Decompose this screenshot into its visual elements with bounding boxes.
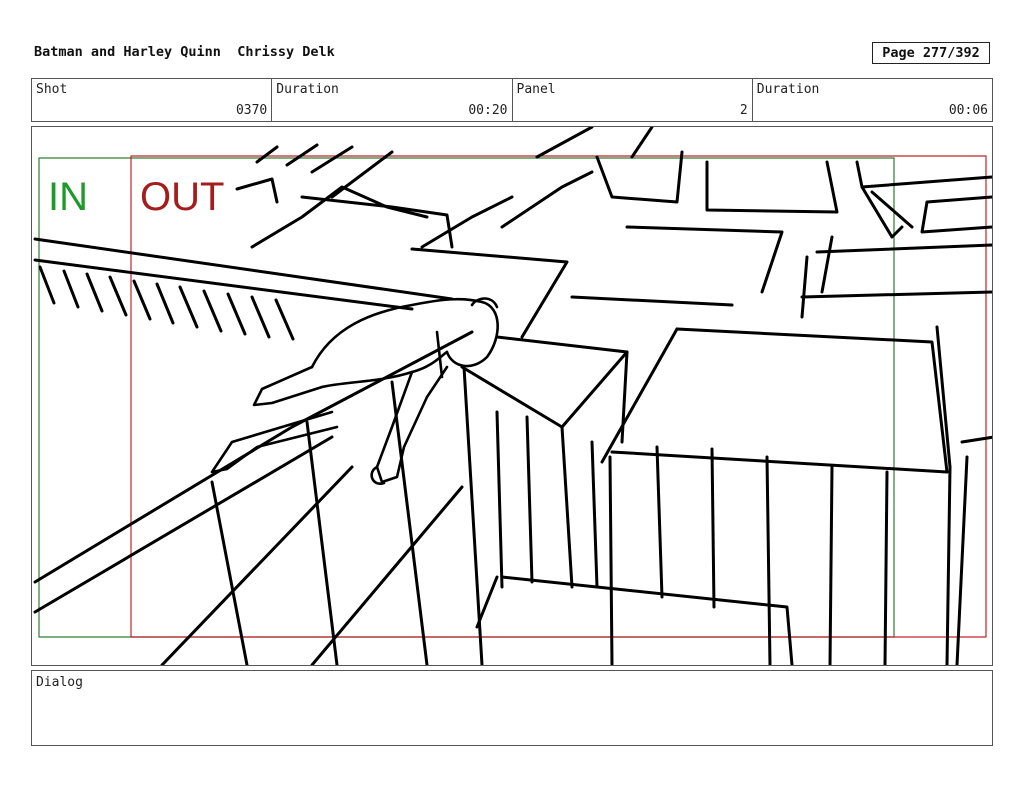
artist-name: Chrissy Delk [237,44,335,60]
panel-label: Panel [516,82,556,97]
shot-label: Shot [36,82,68,97]
dialog-box: Dialog [31,670,993,746]
shot-duration-label: Duration [276,82,339,97]
page-number: Page 277/392 [872,42,990,64]
panel-cell: Panel 2 [511,79,752,121]
dialog-label: Dialog [36,675,83,690]
figure-sketch [210,297,499,485]
panel-sketch: IN OUT [33,127,992,665]
panel-duration-cell: Duration 00:06 [751,79,992,121]
in-marker: IN [48,175,88,219]
out-marker: OUT [140,175,224,219]
storyboard-header: Batman and Harley Quinn Chrissy Delk [34,44,335,60]
shot-value: 0370 [235,103,268,118]
shot-duration-value: 00:20 [468,103,508,118]
building-sketch [410,247,794,665]
shot-cell: Shot 0370 [32,79,271,121]
panel-duration-value: 00:06 [948,103,988,118]
panel-duration-label: Duration [756,82,820,97]
shot-info-row: Shot 0370 Duration 00:20 Panel 2 Duratio… [31,78,993,122]
panel-value: 2 [739,103,748,118]
shot-duration-cell: Duration 00:20 [271,79,511,121]
ledge-sketch [33,237,474,665]
storyboard-panel: IN OUT [31,126,993,666]
building-right-sketch [600,325,992,665]
production-title: Batman and Harley Quinn [34,44,221,60]
